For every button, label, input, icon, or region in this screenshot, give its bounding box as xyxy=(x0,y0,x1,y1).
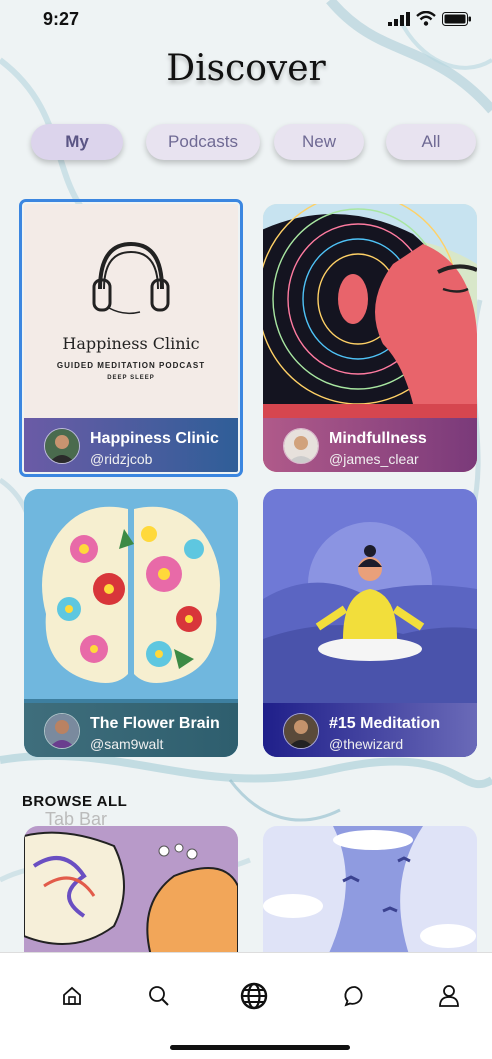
status-bar: 9:27 xyxy=(0,0,492,40)
page-title: Discover xyxy=(166,48,326,89)
avatar xyxy=(283,428,319,464)
card-flower-brain[interactable]: The Flower Brain @sam9walt xyxy=(24,489,238,757)
profile-icon[interactable] xyxy=(434,981,464,1011)
card-handle: @ridzjcob xyxy=(90,451,153,467)
home-icon[interactable] xyxy=(57,981,87,1011)
avatar xyxy=(44,713,80,749)
chat-icon[interactable] xyxy=(340,981,370,1011)
browse-card-2[interactable] xyxy=(263,826,477,966)
status-icons xyxy=(388,11,472,26)
browse-card-1[interactable] xyxy=(24,826,238,966)
cover-heading: Happiness Clinic xyxy=(62,334,200,353)
avatar xyxy=(44,428,80,464)
search-icon[interactable] xyxy=(144,981,174,1011)
avatar xyxy=(283,713,319,749)
tab-new[interactable]: New xyxy=(274,124,364,160)
card-mindfullness[interactable]: Mindfullness @james_clear xyxy=(263,204,477,472)
status-time: 9:27 xyxy=(43,9,80,29)
card-title: The Flower Brain xyxy=(90,715,220,732)
globe-icon[interactable] xyxy=(239,981,269,1011)
tab-podcasts[interactable]: Podcasts xyxy=(146,124,260,160)
bottom-navigation xyxy=(0,952,492,1059)
tab-my[interactable]: My xyxy=(31,124,123,160)
card-handle: @thewizard xyxy=(329,736,404,752)
card-handle: @sam9walt xyxy=(90,736,164,752)
tab-bar-ghost-label: Tab Bar xyxy=(45,809,108,829)
wifi-icon xyxy=(416,11,436,26)
card-handle: @james_clear xyxy=(329,451,419,467)
cover-subtitle-2: DEEP SLEEP xyxy=(107,375,155,381)
browse-card-1-cover xyxy=(24,826,238,966)
home-indicator xyxy=(170,1045,350,1050)
browse-card-2-cover xyxy=(263,826,477,966)
card-happiness-clinic[interactable]: Happiness Clinic GUIDED MEDITATION PODCA… xyxy=(19,199,243,477)
filter-tabs: My Podcasts New All xyxy=(0,124,492,162)
browse-all-heading: BROWSE ALL xyxy=(22,793,128,810)
card-title: #15 Meditation xyxy=(329,715,441,732)
battery-icon xyxy=(442,11,471,26)
card-title: Mindfullness xyxy=(329,430,427,447)
card-title: Happiness Clinic xyxy=(90,430,219,447)
card-meditation[interactable]: #15 Meditation @thewizard xyxy=(263,489,477,757)
signal-icon xyxy=(388,11,410,26)
tab-all[interactable]: All xyxy=(386,124,476,160)
cover-subtitle: GUIDED MEDITATION PODCAST xyxy=(56,361,206,370)
